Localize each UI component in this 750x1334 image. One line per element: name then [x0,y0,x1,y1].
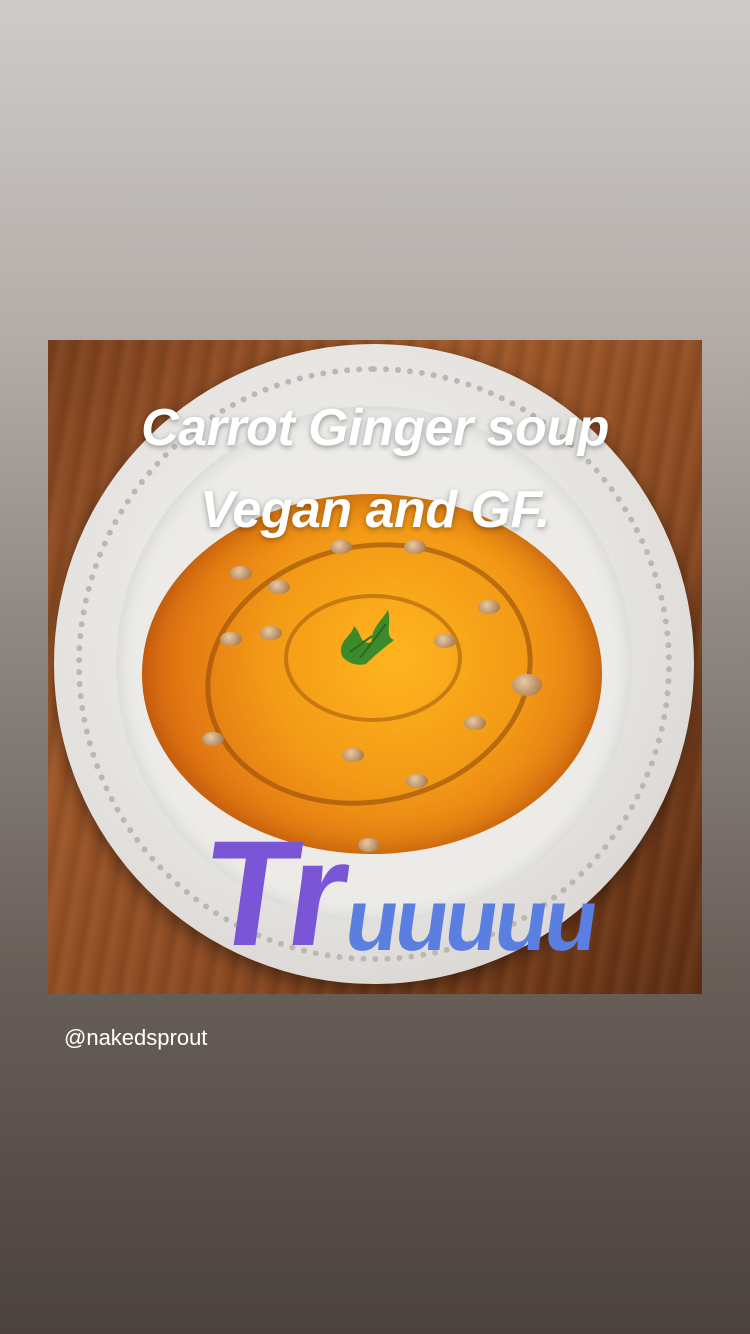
almond-garnish [260,626,282,640]
almond-garnish [512,674,542,696]
almond-garnish [434,634,456,648]
almond-garnish [330,540,352,554]
caption-line-2: Vegan and GF. [200,481,550,539]
kale-garnish-icon [340,610,394,665]
text-sticker: Tr uuuuu [194,809,609,977]
almond-garnish [342,748,364,762]
almond-garnish [268,580,290,594]
almond-garnish [406,774,428,788]
caption-line-1: Carrot Ginger soup [141,399,609,457]
almond-garnish [478,600,500,614]
sticker-text-small: uuuuu [339,870,602,969]
almond-garnish [404,540,426,554]
almond-garnish [230,566,252,580]
sticker-text-big: Tr [194,809,360,977]
mention-link[interactable]: @nakedsprout [64,1024,207,1052]
almond-garnish [202,732,224,746]
almond-garnish [464,716,486,730]
almond-garnish [220,632,242,646]
